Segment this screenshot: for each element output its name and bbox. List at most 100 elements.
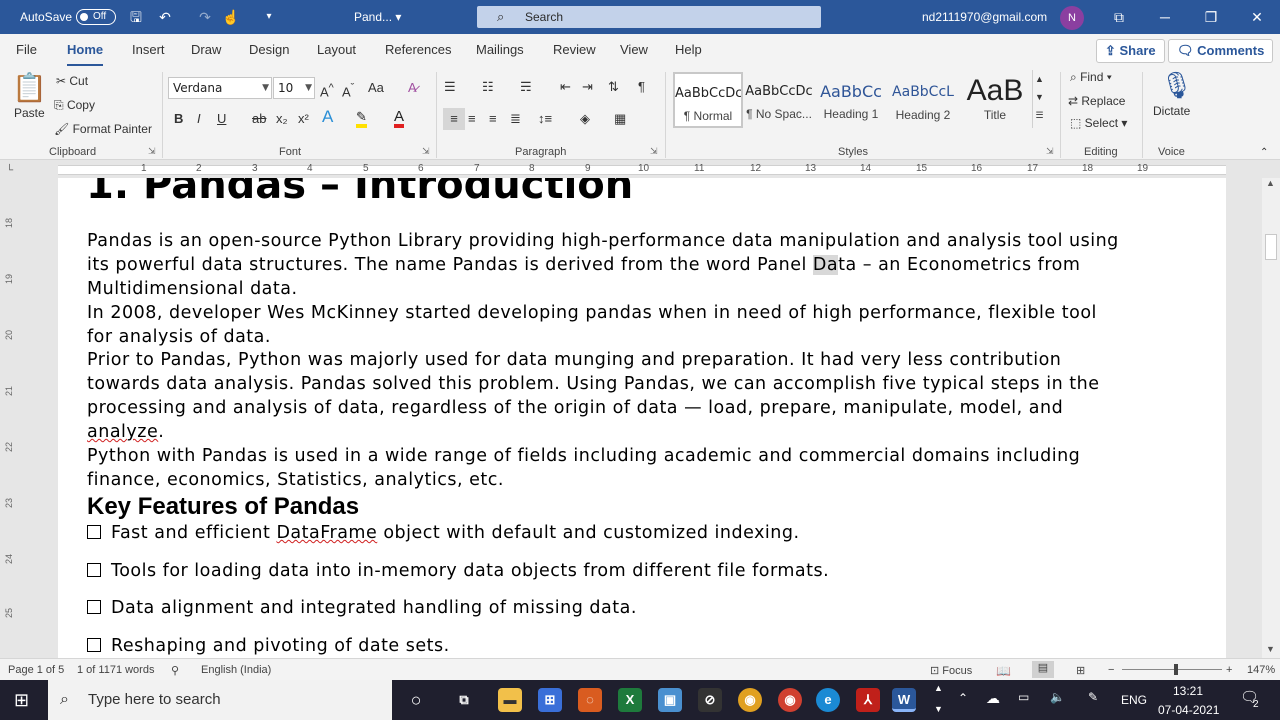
zoom-in-icon[interactable]: + [1226, 664, 1232, 676]
dictate-button[interactable]: Dictate [1153, 104, 1190, 118]
clock-date[interactable]: 07-04-2021 [1158, 703, 1219, 717]
select-button[interactable]: ⬚ Select ▾ [1070, 116, 1127, 130]
clear-formatting-icon[interactable]: A̷ [408, 79, 417, 97]
align-left-icon[interactable]: ≡ [443, 108, 465, 130]
font-family-combo[interactable]: Verdana ▼ [168, 77, 272, 99]
proofing-icon[interactable]: ⚲ [171, 664, 179, 677]
tab-insert[interactable]: Insert [132, 42, 165, 57]
vertical-scrollbar[interactable]: ▲ ▼ [1262, 178, 1280, 658]
word-icon[interactable]: W [892, 688, 916, 712]
volume-icon[interactable]: 🔈 [1050, 690, 1065, 704]
zoom-slider-thumb[interactable] [1174, 664, 1178, 675]
search-box[interactable]: ⌕ Search [477, 6, 821, 28]
excel-icon[interactable]: X [618, 688, 642, 712]
zoom-slider[interactable] [1122, 669, 1222, 670]
style-heading-2[interactable]: AaBbCcL Heading 2 [888, 72, 958, 128]
line-spacing-icon[interactable]: ↕≡ [538, 110, 552, 128]
shading-icon[interactable]: ◈ [580, 110, 590, 128]
tab-file[interactable]: File [16, 42, 37, 57]
scroll-down-icon[interactable]: ▼ [1266, 644, 1275, 654]
taskbar-scroll-up-icon[interactable]: ▲ [934, 683, 943, 693]
strikethrough-button[interactable]: ab [252, 110, 266, 128]
grow-font-button[interactable]: A^ [320, 79, 334, 101]
spelling-flag[interactable]: DataFrame [276, 523, 377, 543]
restore-icon[interactable]: ❐ [1188, 0, 1234, 34]
font-color-icon[interactable]: A [394, 108, 405, 128]
file-explorer-icon[interactable]: ▬ [498, 688, 522, 712]
tab-design[interactable]: Design [249, 42, 289, 57]
chrome-icon[interactable]: ◉ [738, 688, 762, 712]
bullets-icon[interactable]: ☰ [444, 78, 456, 96]
customize-qat-icon[interactable]: ▾ [260, 8, 278, 26]
style-heading-1[interactable]: AaBbCc Heading 1 [816, 72, 886, 128]
comments-button[interactable]: 🗨 Comments [1168, 39, 1274, 63]
borders-icon[interactable]: ▦ [614, 110, 626, 128]
tab-help[interactable]: Help [675, 42, 702, 57]
windows-start-icon[interactable]: ⊞ [14, 690, 29, 711]
increase-indent-icon[interactable]: ⇥ [582, 78, 593, 96]
font-size-combo[interactable]: 10 ▼ [273, 77, 315, 99]
undo-icon[interactable]: ↶ [156, 8, 174, 26]
microphone-icon[interactable]: 🎙 [1160, 68, 1193, 102]
shrink-font-button[interactable]: Aˇ [342, 79, 354, 101]
style-normal[interactable]: AaBbCcDc ¶ Normal [673, 72, 743, 128]
styles-scroll[interactable]: ▲ ▼ ☰ [1032, 70, 1046, 128]
tab-mailings[interactable]: Mailings [476, 42, 524, 57]
close-icon[interactable]: ✕ [1234, 0, 1280, 34]
multilevel-list-icon[interactable]: ☴ [520, 78, 532, 96]
numbering-icon[interactable]: ☷ [482, 78, 494, 96]
find-button[interactable]: ⌕ Find ▾ [1070, 70, 1112, 85]
styles-launcher-icon[interactable]: ⇲ [1046, 146, 1054, 157]
web-layout-icon[interactable]: ⊞ [1076, 664, 1085, 677]
style-no-spacing[interactable]: AaBbCcDc ¶ No Spac... [744, 72, 814, 128]
cortana-icon[interactable]: ○ [404, 688, 428, 712]
sort-icon[interactable]: ⇅ [608, 78, 619, 96]
italic-button[interactable]: I [197, 110, 201, 128]
print-layout-icon[interactable]: ▤ [1032, 661, 1054, 678]
page-count[interactable]: Page 1 of 5 [8, 664, 64, 676]
vertical-ruler[interactable] [0, 178, 22, 658]
cut-button[interactable]: ✂ Cut [56, 74, 88, 88]
decrease-indent-icon[interactable]: ⇤ [560, 78, 571, 96]
avatar[interactable]: N [1060, 6, 1084, 30]
app-icon[interactable]: ⊘ [698, 688, 722, 712]
battery-icon[interactable]: ▭ [1018, 690, 1029, 704]
chrome-icon[interactable]: ◉ [778, 688, 802, 712]
read-mode-icon[interactable]: 📖 [996, 664, 1011, 678]
ribbon-display-icon[interactable]: ⧉ [1096, 0, 1142, 34]
replace-button[interactable]: ⇄ Replace [1068, 94, 1125, 108]
superscript-button[interactable]: x² [298, 110, 309, 128]
align-right-icon[interactable]: ≡ [489, 110, 497, 128]
redo-icon[interactable]: ↷ [196, 8, 214, 26]
taskbar-scroll-down-icon[interactable]: ▼ [934, 704, 943, 714]
align-center-icon[interactable]: ≡ [468, 110, 476, 128]
tab-home[interactable]: Home [67, 42, 104, 67]
tab-selector-icon[interactable]: └ [6, 165, 13, 176]
format-painter-button[interactable]: 🖌 Format Painter [54, 122, 152, 136]
taskbar-search[interactable]: ⌕ Type here to search [48, 680, 392, 720]
onedrive-icon[interactable]: ☁ [986, 690, 1000, 707]
chevron-up-icon[interactable]: ⌃ [958, 691, 968, 705]
paste-button[interactable]: Paste [14, 106, 45, 120]
language-indicator[interactable]: English (India) [201, 664, 271, 676]
justify-icon[interactable]: ≣ [510, 110, 521, 128]
focus-button[interactable]: ⊡ Focus [930, 664, 972, 677]
tab-draw[interactable]: Draw [191, 42, 221, 57]
clock-time[interactable]: 13:21 [1173, 684, 1203, 698]
document-page[interactable]: 1. Pandas – Introduction Pandas is an op… [58, 178, 1226, 658]
scroll-thumb[interactable] [1265, 234, 1277, 260]
store-icon[interactable]: ⊞ [538, 688, 562, 712]
tab-view[interactable]: View [620, 42, 648, 57]
task-view-icon[interactable]: ⧉ [452, 688, 476, 712]
edge-icon[interactable]: e [816, 688, 840, 712]
clipboard-launcher-icon[interactable]: ⇲ [148, 146, 156, 157]
paragraph-launcher-icon[interactable]: ⇲ [650, 146, 658, 157]
tab-layout[interactable]: Layout [317, 42, 356, 57]
word-count[interactable]: 1 of 1171 words [77, 664, 154, 676]
subscript-button[interactable]: x₂ [276, 110, 288, 128]
underline-button[interactable]: U [217, 110, 226, 128]
minimize-icon[interactable]: ─ [1142, 0, 1188, 34]
text-effects-icon[interactable]: A [322, 108, 333, 126]
font-launcher-icon[interactable]: ⇲ [422, 146, 430, 157]
spelling-flag[interactable]: analyze [87, 422, 158, 442]
